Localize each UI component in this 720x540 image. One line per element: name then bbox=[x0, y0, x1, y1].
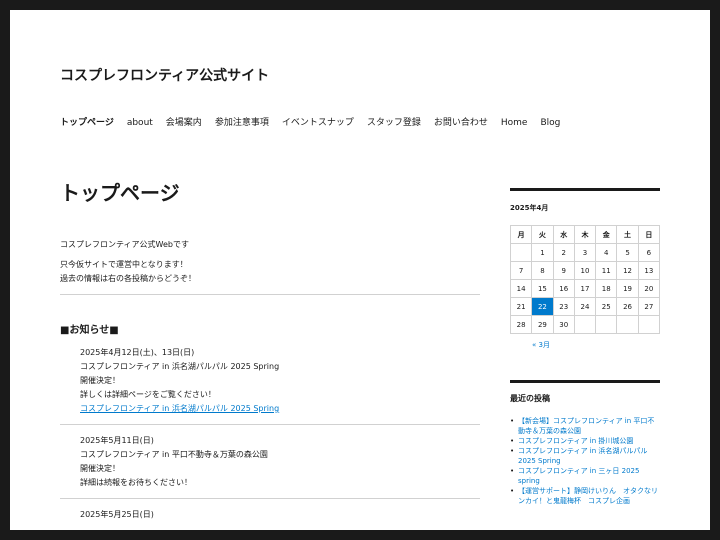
news-heading: ■お知らせ■ bbox=[60, 325, 119, 336]
calendar-day: 17 bbox=[573, 279, 597, 298]
site-title[interactable]: コスプレフロンティア公式サイト bbox=[60, 65, 269, 85]
calendar-day: 27 bbox=[637, 297, 661, 316]
intro-text: 只今仮サイトで運営中となります！ bbox=[60, 260, 188, 269]
news-item: 2025年5月25日(日) bbox=[60, 508, 480, 530]
recent-posts-widget: 最近の投稿 【新会場】コスプレフロンティア in 平口不動寺＆万葉の森公園 コス… bbox=[510, 380, 660, 506]
news-item: 2025年5月11日(日) コスプレフロンティア in 平口不動寺＆万葉の森公園… bbox=[60, 434, 480, 499]
calendar-day: 25 bbox=[595, 297, 618, 316]
widget-divider bbox=[510, 188, 660, 191]
calendar-day: 20 bbox=[637, 279, 661, 298]
calendar-weekday: 金 bbox=[595, 225, 618, 244]
calendar-day: 3 bbox=[573, 243, 597, 262]
calendar-empty bbox=[637, 315, 661, 334]
calendar-weekday: 日 bbox=[637, 225, 661, 244]
recent-posts-title: 最近の投稿 bbox=[510, 394, 550, 403]
page-title: トップページ bbox=[60, 181, 180, 205]
calendar-today: 22 bbox=[531, 297, 554, 316]
calendar-day: 14 bbox=[509, 279, 533, 298]
calendar-day: 12 bbox=[616, 261, 639, 280]
calendar-empty bbox=[616, 315, 639, 334]
calendar: 月火水木金土日 1 2 3 4 5 6 7 8 9 10 11 12 13 14 15 16 17 18 19 20 2… bbox=[509, 225, 661, 334]
news-detail-link[interactable]: コスプレフロンティア in 浜名湖パルパル 2025 Spring bbox=[80, 404, 279, 413]
news-date: 2025年5月25日(日) bbox=[80, 510, 154, 519]
nav-item-blog[interactable]: Blog bbox=[540, 116, 560, 130]
calendar-day: 9 bbox=[552, 261, 575, 280]
calendar-day: 11 bbox=[595, 261, 618, 280]
news-text: 開催決定！ bbox=[80, 464, 120, 473]
nav-item-top[interactable]: トップページ bbox=[60, 116, 114, 130]
news-text: 詳しくは詳細ページをご覧ください！ bbox=[80, 390, 216, 399]
calendar-day: 1 bbox=[531, 243, 554, 262]
calendar-day: 8 bbox=[531, 261, 554, 280]
divider bbox=[60, 294, 480, 295]
calendar-day: 29 bbox=[531, 315, 554, 334]
calendar-weekday: 月 bbox=[509, 225, 533, 244]
news-text: 詳細は続報をお待ちください！ bbox=[80, 478, 192, 487]
calendar-day: 28 bbox=[509, 315, 533, 334]
calendar-day: 16 bbox=[552, 279, 575, 298]
news-text: 開催決定！ bbox=[80, 376, 120, 385]
nav-item-notes[interactable]: 参加注意事項 bbox=[215, 116, 269, 130]
intro-text: 過去の情報は右の各投稿からどうぞ！ bbox=[60, 274, 196, 283]
calendar-day: 13 bbox=[637, 261, 661, 280]
news-date: 2025年4月12日(土)、13日(日) bbox=[80, 348, 195, 357]
recent-post-link[interactable]: 【運営サポート】静岡けいりん オタクなリンカイ！と鬼龍梅杯 コスプレ企画 bbox=[510, 486, 660, 506]
news-date: 2025年5月11日(日) bbox=[80, 436, 154, 445]
calendar-weekday: 火 bbox=[531, 225, 554, 244]
calendar-caption: 2025年4月 bbox=[510, 204, 549, 212]
news-event: コスプレフロンティア in 浜名湖パルパル 2025 Spring bbox=[80, 362, 280, 371]
calendar-day: 10 bbox=[573, 261, 597, 280]
calendar-day: 6 bbox=[637, 243, 661, 262]
calendar-empty bbox=[595, 315, 618, 334]
nav-item-home[interactable]: Home bbox=[501, 116, 528, 130]
nav-item-venue[interactable]: 会場案内 bbox=[166, 116, 202, 130]
calendar-day: 23 bbox=[552, 297, 575, 316]
recent-post-link[interactable]: コスプレフロンティア in 掛川城公園 bbox=[510, 436, 660, 446]
calendar-weekday: 木 bbox=[573, 225, 597, 244]
calendar-day: 2 bbox=[552, 243, 575, 262]
calendar-day: 5 bbox=[616, 243, 639, 262]
main-content: トップページ コスプレフロンティア公式Webです 只今仮サイトで運営中となります… bbox=[60, 180, 480, 530]
news-event: コスプレフロンティア in 平口不動寺＆万葉の森公園 bbox=[80, 450, 268, 459]
sidebar: 2025年4月 月火水木金土日 1 2 3 4 5 6 7 8 9 10 11 12 13 14 15 16 1… bbox=[509, 188, 661, 506]
recent-post-link[interactable]: コスプレフロンティア in 三ヶ日 2025 spring bbox=[510, 466, 660, 486]
page: コスプレフロンティア公式サイト トップページ about 会場案内 参加注意事項… bbox=[10, 10, 710, 530]
calendar-day: 4 bbox=[595, 243, 618, 262]
calendar-day: 21 bbox=[509, 297, 533, 316]
calendar-empty bbox=[509, 243, 533, 262]
calendar-day: 24 bbox=[573, 297, 597, 316]
calendar-empty bbox=[573, 315, 597, 334]
nav-item-contact[interactable]: お問い合わせ bbox=[434, 116, 488, 130]
nav-item-staff[interactable]: スタッフ登録 bbox=[367, 116, 421, 130]
calendar-day: 15 bbox=[531, 279, 554, 298]
main-nav: トップページ about 会場案内 参加注意事項 イベントスナップ スタッフ登録… bbox=[60, 116, 573, 130]
news-item: 2025年4月12日(土)、13日(日) コスプレフロンティア in 浜名湖パル… bbox=[60, 346, 480, 425]
calendar-prev-link[interactable]: « 3月 bbox=[532, 340, 660, 350]
widget-divider bbox=[510, 380, 660, 383]
recent-post-link[interactable]: コスプレフロンティア in 浜名湖パルパル 2025 Spring bbox=[510, 446, 660, 466]
nav-item-about[interactable]: about bbox=[127, 116, 153, 130]
calendar-day: 19 bbox=[616, 279, 639, 298]
calendar-weekday: 土 bbox=[616, 225, 639, 244]
calendar-day: 30 bbox=[552, 315, 575, 334]
intro-text: コスプレフロンティア公式Webです bbox=[60, 240, 189, 249]
calendar-day: 7 bbox=[509, 261, 533, 280]
calendar-day: 26 bbox=[616, 297, 639, 316]
calendar-day: 18 bbox=[595, 279, 618, 298]
recent-post-link[interactable]: 【新会場】コスプレフロンティア in 平口不動寺＆万葉の森公園 bbox=[510, 416, 660, 436]
calendar-weekday: 水 bbox=[552, 225, 575, 244]
nav-item-snap[interactable]: イベントスナップ bbox=[282, 116, 354, 130]
